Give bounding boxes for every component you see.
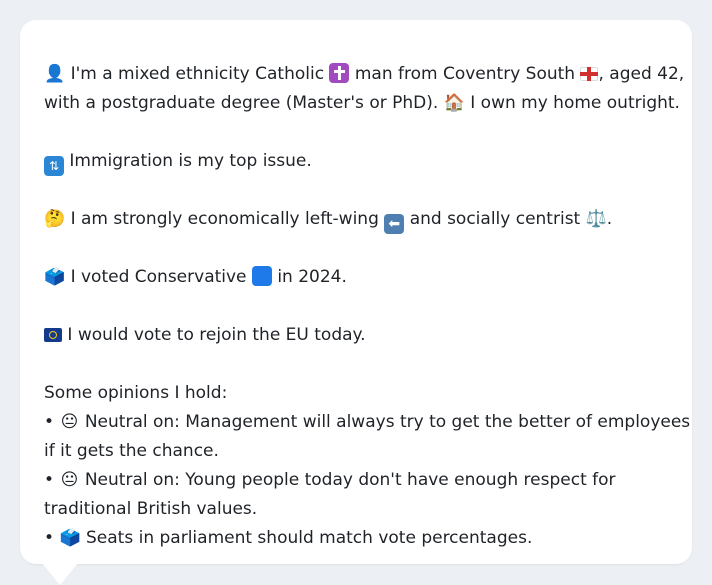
customs-icon: ⇅ xyxy=(44,156,64,176)
balance-scale-icon: ⚖️ xyxy=(585,209,607,229)
issue-line: ⇅ Immigration is my top issue. xyxy=(44,147,668,176)
blue-square-icon xyxy=(251,266,272,286)
speech-bubble-tail xyxy=(42,563,78,585)
bullet: • xyxy=(44,470,55,490)
profile-line-1: 👤 I'm a mixed ethnicity Catholic man fro… xyxy=(44,60,684,89)
thinking-face-icon: 🤔 xyxy=(44,209,66,229)
issue-text: Immigration is my top issue. xyxy=(69,151,312,171)
opinion-item-1-cont: if it gets the chance. xyxy=(44,441,219,461)
opinion-item-3: • 🗳️ Seats in parliament should match vo… xyxy=(44,524,668,553)
profile-text-1a: I'm a mixed ethnicity Catholic xyxy=(70,64,325,84)
opinion-item-2-cont: traditional British values. xyxy=(44,499,258,519)
neutral-face-icon: 😐 xyxy=(60,470,79,490)
opinion-item-2: • 😐 Neutral on: Young people today don't… xyxy=(44,466,668,495)
ballot-box-icon: 🗳️ xyxy=(59,528,81,548)
ideology-text-b: and socially centrist xyxy=(409,209,581,229)
ideology-text-a: I am strongly economically left-wing xyxy=(70,209,379,229)
opinions-heading: Some opinions I hold: xyxy=(44,383,228,403)
profile-text-2b: I own my home outright. xyxy=(470,93,680,113)
profile-line-2: with a postgraduate degree (Master's or … xyxy=(44,89,680,118)
house-icon: 🏠 xyxy=(443,93,465,113)
bullet: • xyxy=(44,412,55,432)
profile-text-2a: with a postgraduate degree (Master's or … xyxy=(44,93,439,113)
opinion-text: Neutral on: Management will always try t… xyxy=(84,412,691,432)
left-arrow-icon: ⬅ xyxy=(384,214,405,234)
neutral-face-icon: 😐 xyxy=(60,412,79,432)
opinion-item-1: • 😐 Neutral on: Management will always t… xyxy=(44,408,690,437)
message-card: 👤 I'm a mixed ethnicity Catholic man fro… xyxy=(20,20,692,564)
eu-line: I would vote to rejoin the EU today. xyxy=(44,321,668,350)
opinion-text: Seats in parliament should match vote pe… xyxy=(86,528,533,548)
opinion-text: Neutral on: Young people today don't hav… xyxy=(84,470,616,490)
ballot-box-icon: 🗳️ xyxy=(44,267,66,287)
vote-text-b: in 2024. xyxy=(277,267,347,287)
profile-text-1b: man from Coventry South xyxy=(354,64,576,84)
eu-text: I would vote to rejoin the EU today. xyxy=(67,325,366,345)
profile-text-1c: , aged 42, xyxy=(598,64,685,84)
bullet: • xyxy=(44,528,55,548)
latin-cross-icon xyxy=(329,63,350,83)
ideology-line: 🤔 I am strongly economically left-wing ⬅… xyxy=(44,205,668,234)
vote-line: 🗳️ I voted Conservative in 2024. xyxy=(44,263,668,292)
vote-text-a: I voted Conservative xyxy=(70,267,247,287)
ideology-text-c: . xyxy=(606,209,613,229)
england-flag-icon xyxy=(580,67,599,81)
eu-flag-icon xyxy=(44,328,62,342)
person-icon: 👤 xyxy=(44,64,66,84)
